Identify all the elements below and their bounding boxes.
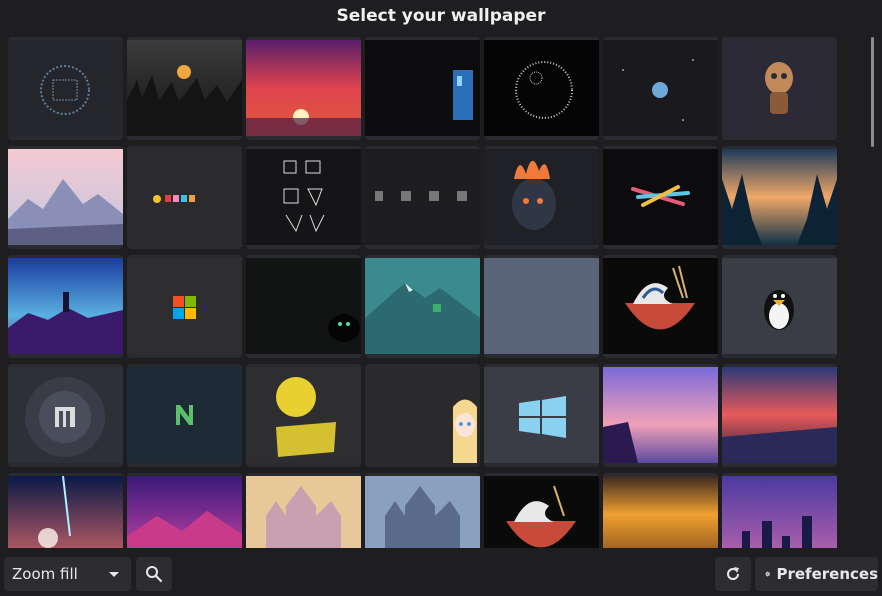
wallpaper-thumbnail [246,367,361,463]
wallpaper-thumbnail [484,367,599,463]
wallpaper-tile[interactable] [365,37,480,140]
zoom-mode-value: Zoom fill [12,565,78,583]
wallpaper-thumbnail [484,476,599,548]
wallpaper-tile[interactable] [8,37,123,140]
wallpaper-tile[interactable] [246,364,361,467]
chevron-down-icon [109,572,119,577]
zoom-mode-select[interactable]: Zoom fill [4,557,131,591]
gear-icon [765,571,771,577]
wallpaper-tile[interactable] [8,146,123,249]
wallpaper-thumbnail [722,40,837,136]
wallpaper-thumbnail [246,476,361,548]
refresh-icon [727,567,740,580]
wallpaper-thumbnail [603,367,718,463]
preferences-button[interactable]: Preferences [755,557,878,591]
wallpaper-tile[interactable] [8,255,123,358]
wallpaper-thumbnail [246,258,361,354]
wallpaper-tile[interactable] [603,37,718,140]
wallpaper-tile[interactable] [365,146,480,249]
wallpaper-thumbnail [722,476,837,548]
wallpaper-thumbnail [365,40,480,136]
wallpaper-tile[interactable] [603,364,718,467]
wallpaper-tile[interactable] [722,473,837,548]
wallpaper-thumbnail [365,258,480,354]
wallpaper-tile[interactable] [484,146,599,249]
wallpaper-tile[interactable] [365,255,480,358]
wallpaper-tile[interactable] [603,255,718,358]
wallpaper-tile[interactable] [722,146,837,249]
wallpaper-thumbnail [603,258,718,354]
wallpaper-tile[interactable] [722,37,837,140]
preferences-label: Preferences [776,565,878,583]
wallpaper-tile[interactable] [365,364,480,467]
wallpaper-thumbnail [603,40,718,136]
search-button[interactable] [136,557,172,591]
wallpaper-thumbnail [365,149,480,245]
wallpaper-tile[interactable] [484,364,599,467]
wallpaper-thumbnail [603,149,718,245]
wallpaper-thumbnail [603,476,718,548]
wallpaper-thumbnail [8,476,123,548]
wallpaper-tile[interactable] [127,473,242,548]
wallpaper-tile[interactable] [127,255,242,358]
wallpaper-thumbnail [8,367,123,463]
wallpaper-thumbnail [722,367,837,463]
wallpaper-thumbnail [127,367,242,463]
scrollbar[interactable] [870,37,876,545]
wallpaper-thumbnail [127,40,242,136]
wallpaper-tile[interactable] [722,255,837,358]
wallpaper-thumbnail [127,149,242,245]
wallpaper-tile[interactable] [246,37,361,140]
wallpaper-thumbnail [484,258,599,354]
wallpaper-tile[interactable] [246,146,361,249]
wallpaper-thumbnail [8,40,123,136]
wallpaper-thumbnail [365,476,480,548]
wallpaper-thumbnail [484,149,599,245]
wallpaper-tile[interactable] [484,473,599,548]
wallpaper-thumbnail [127,258,242,354]
wallpaper-tile[interactable] [722,364,837,467]
search-icon [146,566,163,583]
wallpaper-tile[interactable] [8,473,123,548]
wallpaper-tile[interactable] [484,255,599,358]
wallpaper-tile[interactable] [246,473,361,548]
wallpaper-tile[interactable] [365,473,480,548]
wallpaper-thumbnail [246,40,361,136]
wallpaper-tile[interactable] [246,255,361,358]
scrollbar-thumb[interactable] [871,37,874,147]
wallpaper-tile[interactable] [127,146,242,249]
wallpaper-thumbnail [246,149,361,245]
wallpaper-tile[interactable] [603,473,718,548]
wallpaper-thumbnail [722,149,837,245]
wallpaper-thumbnail [8,258,123,354]
wallpaper-thumbnail [722,258,837,354]
wallpaper-tile[interactable] [127,37,242,140]
wallpaper-tile[interactable] [127,364,242,467]
wallpaper-thumbnail [365,367,480,463]
wallpaper-thumbnail [484,40,599,136]
wallpaper-tile[interactable] [484,37,599,140]
wallpaper-thumbnail [127,476,242,548]
wallpaper-grid [8,37,854,548]
refresh-button[interactable] [715,557,751,591]
wallpaper-tile[interactable] [8,364,123,467]
wallpaper-thumbnail [8,149,123,245]
page-title: Select your wallpaper [336,6,546,26]
wallpaper-tile[interactable] [603,146,718,249]
